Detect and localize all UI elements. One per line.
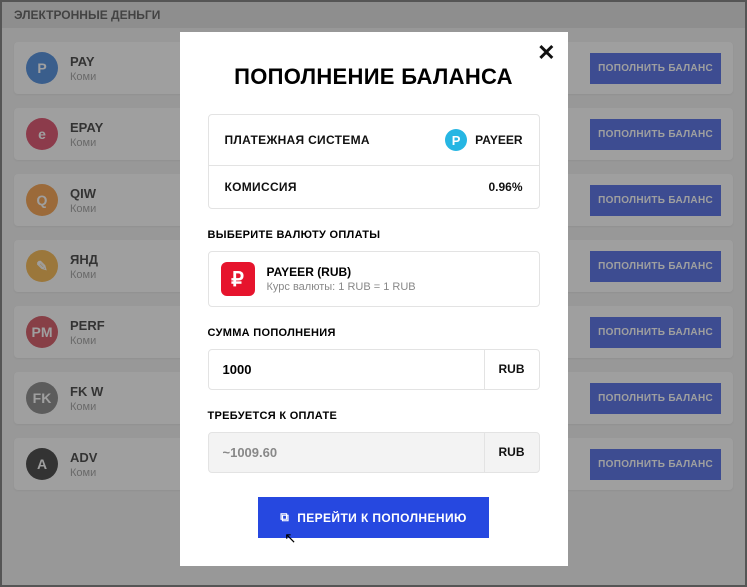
- submit-label: ПЕРЕЙТИ К ПОПОЛНЕНИЮ: [297, 511, 467, 525]
- payeer-icon: P: [445, 129, 467, 151]
- fee-label: КОМИССИЯ: [225, 180, 297, 194]
- currency-selector[interactable]: ₽ PAYEER (RUB) Курс валюты: 1 RUB = 1 RU…: [208, 251, 540, 307]
- cursor-icon: ↖: [284, 529, 297, 547]
- deposit-modal: ✕ ПОПОЛНЕНИЕ БАЛАНСА ПЛАТЕЖНАЯ СИСТЕМА P…: [180, 32, 568, 566]
- currency-label: ВЫБЕРИТЕ ВАЛЮТУ ОПЛАТЫ: [208, 229, 540, 241]
- fee-row: КОМИССИЯ 0.96%: [209, 165, 539, 208]
- required-value: [209, 433, 484, 472]
- close-icon[interactable]: ✕: [537, 40, 555, 66]
- required-row: RUB: [208, 432, 540, 473]
- ruble-icon: ₽: [221, 262, 255, 296]
- modal-title: ПОПОЛНЕНИЕ БАЛАНСА: [208, 64, 540, 90]
- amount-label: СУММА ПОПОЛНЕНИЯ: [208, 327, 540, 339]
- currency-name: PAYEER (RUB): [267, 265, 416, 279]
- system-value: PAYEER: [475, 133, 522, 147]
- required-suffix: RUB: [484, 433, 539, 472]
- required-label: ТРЕБУЕТСЯ К ОПЛАТЕ: [208, 410, 540, 422]
- fee-value: 0.96%: [488, 180, 522, 194]
- system-label: ПЛАТЕЖНАЯ СИСТЕМА: [225, 133, 370, 147]
- external-link-icon: ⧉: [280, 510, 289, 525]
- currency-rate: Курс валюты: 1 RUB = 1 RUB: [267, 281, 416, 293]
- amount-input-row: RUB: [208, 349, 540, 390]
- payment-system-row: ПЛАТЕЖНАЯ СИСТЕМА P PAYEER: [209, 115, 539, 165]
- modal-overlay: ✕ ПОПОЛНЕНИЕ БАЛАНСА ПЛАТЕЖНАЯ СИСТЕМА P…: [2, 2, 745, 585]
- amount-input[interactable]: [209, 350, 484, 389]
- amount-suffix: RUB: [484, 350, 539, 389]
- info-box: ПЛАТЕЖНАЯ СИСТЕМА P PAYEER КОМИССИЯ 0.96…: [208, 114, 540, 209]
